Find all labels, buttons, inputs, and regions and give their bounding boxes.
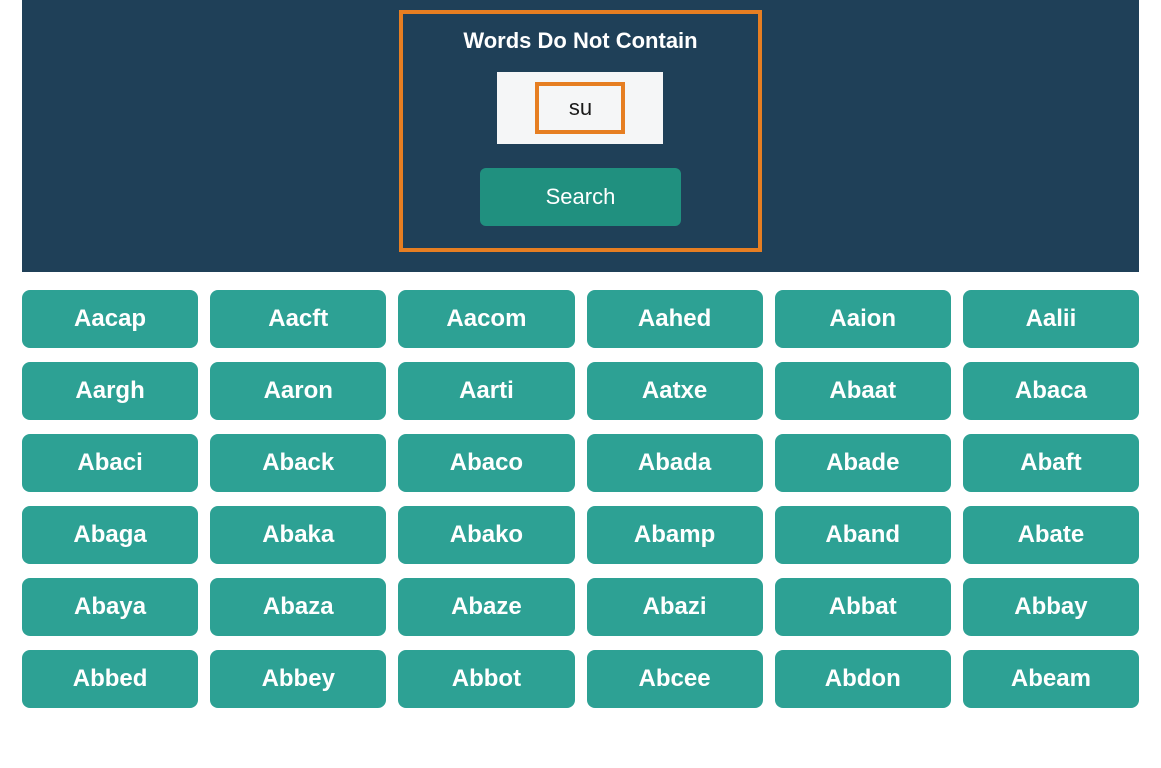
word-item[interactable]: Abate [963,506,1139,564]
word-item[interactable]: Abaya [22,578,198,636]
search-input-wrapper: su [497,72,663,144]
word-item[interactable]: Abbat [775,578,951,636]
word-item[interactable]: Abada [587,434,763,492]
word-item[interactable]: Aaron [210,362,386,420]
word-item[interactable]: Abaga [22,506,198,564]
search-button[interactable]: Search [480,168,682,226]
word-item[interactable]: Abcee [587,650,763,708]
word-item[interactable]: Aacap [22,290,198,348]
search-title: Words Do Not Contain [463,28,697,54]
word-item[interactable]: Abamp [587,506,763,564]
word-item[interactable]: Abbot [398,650,574,708]
word-item[interactable]: Abbay [963,578,1139,636]
word-item[interactable]: Aback [210,434,386,492]
word-item[interactable]: Abaco [398,434,574,492]
search-box: Words Do Not Contain su Search [399,10,761,252]
search-input[interactable]: su [535,82,625,134]
word-item[interactable]: Abaza [210,578,386,636]
word-item[interactable]: Abaka [210,506,386,564]
word-item[interactable]: Abbed [22,650,198,708]
word-item[interactable]: Abaft [963,434,1139,492]
word-item[interactable]: Abazi [587,578,763,636]
word-item[interactable]: Abaca [963,362,1139,420]
word-item[interactable]: Aaion [775,290,951,348]
word-item[interactable]: Abade [775,434,951,492]
word-item[interactable]: Abdon [775,650,951,708]
word-item[interactable]: Aalii [963,290,1139,348]
words-grid: AacapAacftAacomAahedAaionAalii AarghAaron… [22,290,1139,708]
word-item[interactable]: Aatxe [587,362,763,420]
word-item[interactable]: Aacft [210,290,386,348]
word-item[interactable]: Aband [775,506,951,564]
search-panel: Words Do Not Contain su Search [22,0,1139,272]
word-item[interactable]: Abaci [22,434,198,492]
word-item[interactable]: Aacom [398,290,574,348]
word-item[interactable]: Abbey [210,650,386,708]
word-item[interactable]: Abeam [963,650,1139,708]
word-item[interactable]: Abaat [775,362,951,420]
word-item[interactable]: Aargh [22,362,198,420]
word-item[interactable]: Abako [398,506,574,564]
word-item[interactable]: Abaze [398,578,574,636]
word-item[interactable]: Aahed [587,290,763,348]
word-item[interactable]: Aarti [398,362,574,420]
